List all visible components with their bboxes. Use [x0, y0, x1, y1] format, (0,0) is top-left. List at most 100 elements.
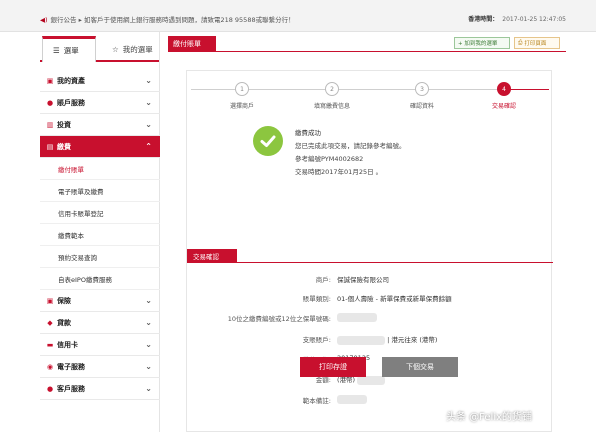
location-icon: ◉	[46, 362, 54, 371]
customer-icon: ●	[46, 384, 54, 393]
time-label: 香港時間：	[468, 16, 499, 23]
success-message: 繳費成功 您已完成此項交易，請記錄參考編號。 參考編號PYM4002682 交易…	[295, 127, 406, 179]
sidebar-subitem-ebill[interactable]: 電子賬單及繳費	[40, 180, 160, 202]
bar-chart-icon: ▤	[46, 142, 54, 151]
chevron-down-icon: ⌄	[145, 296, 152, 305]
confirmation-panel: 1 選擇商戶 2 填寫繳費信息 3 確認資料 4 交易確認 繳費成功 您已完成此…	[186, 70, 553, 432]
time-value: 2017-01-25 12:47:05	[502, 16, 566, 23]
step-connector	[191, 89, 239, 90]
sidebar-item-credit-card[interactable]: ▬ 信用卡 ⌄	[40, 334, 160, 356]
list-icon: ☰	[53, 46, 60, 55]
success-title: 繳費成功	[295, 129, 321, 137]
chevron-down-icon: ⌄	[145, 340, 152, 349]
sidebar-subitem-templates[interactable]: 繳費範本	[40, 224, 160, 246]
tab-my-menu[interactable]: ☆ 我的選單	[102, 36, 158, 62]
title-divider	[168, 51, 566, 52]
sidebar-tabs: ☰ 選單 ☆ 我的選單	[40, 32, 159, 62]
sidebar-item-label: 投資	[57, 120, 71, 129]
sidebar-item-label: 賬戶服務	[57, 98, 85, 107]
step-1-label: 選擇商戶	[229, 103, 254, 110]
detail-label: 10位之繳費編號或12位之保單號碼:	[227, 315, 331, 323]
print-receipt-button[interactable]: 打印存證	[300, 357, 366, 377]
detail-row-template-note: 範本備註:	[187, 395, 553, 409]
detail-value: 01-個人壽險 - 新單保費或新單保費餘額	[337, 295, 452, 303]
print-page-button[interactable]: ⎙ 打印頁面	[514, 37, 560, 49]
loan-icon: ◆	[47, 318, 53, 327]
chevron-down-icon: ⌄	[145, 318, 152, 327]
success-check-icon	[253, 126, 283, 156]
sidebar-nav: ▣ 我的資產 ⌄ ● 賬戶服務 ⌄ ▥ 投資 ⌄ ▤ 繳費 ⌃ 繳付賬單 電子賬單及繳費…	[40, 70, 160, 400]
chevron-up-icon: ⌃	[145, 142, 152, 151]
progress-stepper: 1 選擇商戶 2 填寫繳費信息 3 確認資料 4 交易確認	[187, 77, 553, 117]
sidebar-subitem-pay-bills[interactable]: 繳付賬單	[40, 158, 160, 180]
step-4-circle: 4	[497, 82, 511, 96]
assets-icon: ▣	[46, 76, 54, 85]
sidebar-item-e-services[interactable]: ◉ 電子服務 ⌄	[40, 356, 160, 378]
sidebar-item-label: 我的資產	[57, 76, 85, 85]
sidebar-item-label: 電子服務	[57, 362, 85, 371]
sidebar-item-account-services[interactable]: ● 賬戶服務 ⌄	[40, 92, 160, 114]
detail-row-amount: 金額: (港幣)	[187, 374, 553, 388]
sidebar-item-assets[interactable]: ▣ 我的資產 ⌄	[40, 70, 160, 92]
detail-row-debit-account: 支賬賬戶: | 港元往來 (港幣)	[187, 334, 553, 348]
reference-number: 參考編號PYM4002682	[295, 153, 406, 166]
sidebar-subitem-credit-card-bill[interactable]: 信用卡賬單登記	[40, 202, 160, 224]
print-page-label: 打印頁面	[524, 41, 547, 47]
sidebar-item-customer-service[interactable]: ● 客戶服務 ⌄	[40, 378, 160, 400]
sidebar-item-loans[interactable]: ◆ 貸款 ⌄	[40, 312, 160, 334]
sidebar-item-bill-payment[interactable]: ▤ 繳費 ⌃	[40, 136, 160, 158]
sidebar-item-label: 保險	[57, 296, 71, 305]
chevron-down-icon: ⌄	[145, 362, 152, 371]
chevron-down-icon: ⌄	[145, 384, 152, 393]
credit-card-icon: ▬	[46, 340, 54, 349]
detail-row-merchant: 商戶: 保誠保險有限公司	[187, 274, 553, 288]
time-value: 2017年01月25日 。	[321, 168, 383, 176]
detail-label: 商戶:	[315, 276, 331, 284]
step-connector-done	[509, 89, 549, 90]
section-divider	[187, 262, 553, 263]
sidebar-item-label: 繳費	[57, 142, 71, 151]
page-title: 繳付賬單	[168, 36, 216, 52]
step-2-circle: 2	[325, 82, 339, 96]
currency: (港幣)	[337, 376, 356, 384]
add-to-my-menu-button[interactable]: + 加到我的選單	[454, 37, 510, 49]
reference-label: 參考編號	[295, 155, 321, 163]
next-transaction-button[interactable]: 下個交易	[382, 357, 458, 377]
tab-menu[interactable]: ☰ 選單	[42, 36, 96, 62]
hk-time: 香港時間： 2017-01-25 12:47:05	[468, 14, 566, 23]
detail-label: 支賬賬戶:	[302, 336, 331, 344]
redacted-block	[337, 395, 367, 404]
step-3-label: 確認資料	[409, 103, 434, 110]
detail-row-policy-number: 10位之繳費編號或12位之保單號碼:	[187, 313, 553, 327]
sidebar-subitem-eipo[interactable]: 自表eIPO繳費服務	[40, 268, 160, 290]
chevron-down-icon: ⌄	[145, 76, 152, 85]
user-icon: ●	[46, 98, 54, 107]
sidebar-item-insurance[interactable]: ▣ 保險 ⌄	[40, 290, 160, 312]
detail-row-payment-date: 繳費日期: 20170125	[187, 354, 553, 368]
sidebar-item-label: 信用卡	[57, 340, 78, 349]
chevron-down-icon: ⌄	[145, 98, 152, 107]
time-label: 交易時間	[295, 168, 321, 176]
detail-value: 保誠保險有限公司	[337, 276, 389, 284]
detail-label: 範本備註:	[302, 397, 331, 405]
detail-row-bill-type: 賬單類別: 01-個人壽險 - 新單保費或新單保費餘額	[187, 293, 553, 307]
detail-value-redacted	[337, 313, 377, 322]
printer-icon: ⎙	[518, 39, 523, 46]
redacted-block	[337, 313, 377, 322]
section-title: 交易確認	[187, 249, 237, 263]
chevron-down-icon: ⌄	[145, 120, 152, 129]
step-3-circle: 3	[415, 82, 429, 96]
success-line: 您已完成此項交易，請記錄參考編號。	[295, 142, 406, 150]
announcement-notice[interactable]: ◀) 銀行公告 ▸ 如客戶于使用網上銀行服務時遇到問題，請致電218 95588或…	[40, 14, 295, 24]
step-connector	[247, 89, 327, 90]
star-outline-icon: ☆	[112, 44, 119, 54]
sidebar-item-label: 客戶服務	[57, 384, 85, 393]
sidebar-subitem-scheduled[interactable]: 預約交易查詢	[40, 246, 160, 268]
reference-value: PYM4002682	[321, 155, 364, 163]
sidebar-item-investment[interactable]: ▥ 投資 ⌄	[40, 114, 160, 136]
step-4-label: 交易確認	[491, 103, 516, 110]
detail-value-redacted	[337, 395, 367, 404]
sidebar: ☰ 選單 ☆ 我的選單 ▣ 我的資產 ⌄ ● 賬戶服務 ⌄ ▥ 投資 ⌄ ▤ 繳費 ⌃ …	[40, 32, 160, 432]
watermark: 头条 @Felix的货铺	[446, 412, 533, 423]
step-2-label: 填寫繳費信息	[313, 103, 350, 110]
